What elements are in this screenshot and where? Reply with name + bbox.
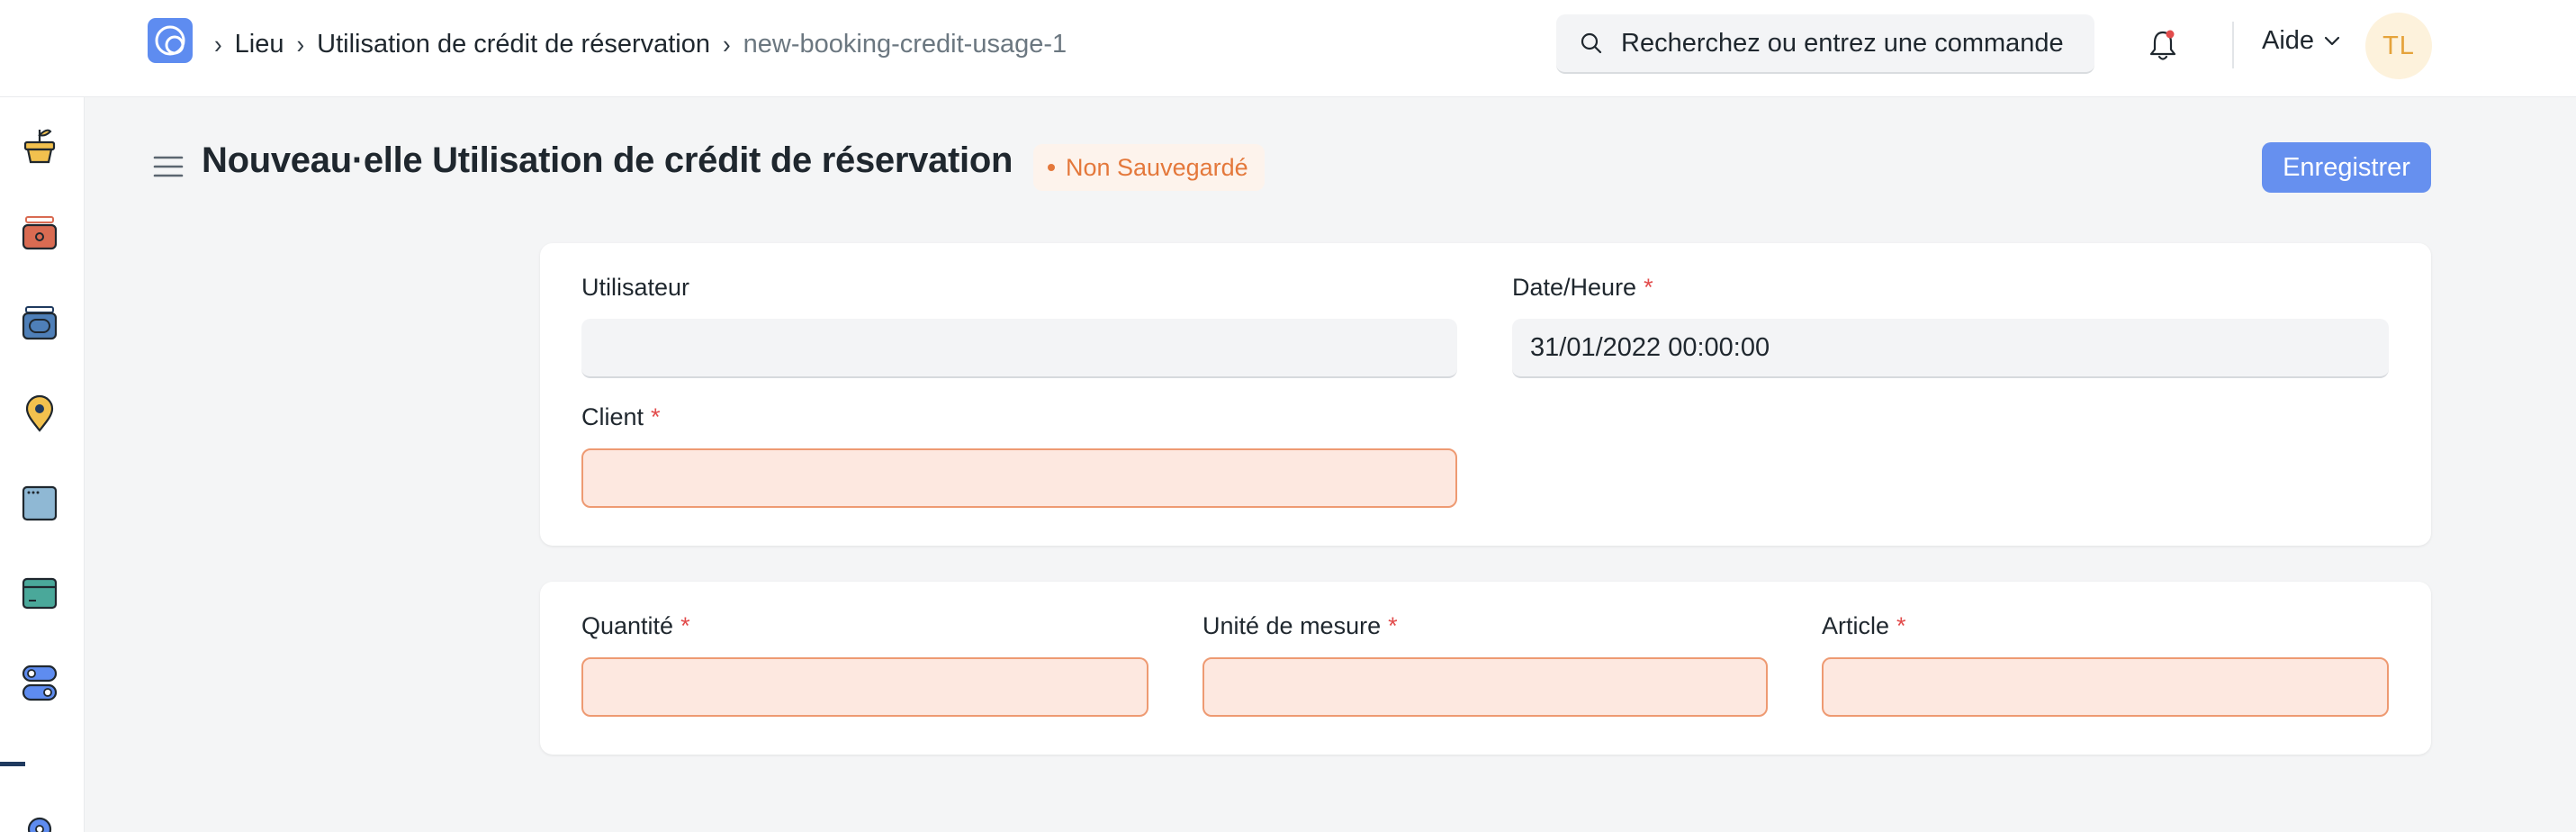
required-marker: * [1896,612,1906,639]
search-input[interactable]: Recherchez ou entrez une commande [1556,14,2094,74]
breadcrumb-item-current: new-booking-credit-usage-1 [743,29,1067,59]
save-button[interactable]: Enregistrer [2262,142,2431,193]
field-label: Date/Heure * [1512,274,1653,301]
notification-bell-icon[interactable] [2148,27,2178,63]
breadcrumb: › Lieu › Utilisation de crédit de réserv… [214,24,1079,64]
sidebar [0,97,85,832]
field-client: Client * [581,402,1457,508]
article-input[interactable] [1822,657,2389,717]
chevron-right-icon: › [214,28,222,59]
breadcrumb-item-booking-credit-usage[interactable]: Utilisation de crédit de réservation [317,30,710,59]
required-marker: * [651,403,661,430]
browser-window-icon[interactable] [19,483,60,524]
chevron-right-icon: › [723,28,731,59]
status-dot [1048,164,1055,171]
form-section-details: Utilisateur Date/Heure * 31/01/2022 00:00… [540,243,2431,546]
required-marker: * [1644,274,1653,301]
card-icon[interactable] [19,573,60,614]
sidebar-active-marker [0,762,25,766]
avatar[interactable]: TL [2365,13,2432,79]
wallet-icon[interactable] [19,303,60,344]
help-label: Aide [2262,26,2315,55]
required-marker: * [680,612,690,639]
field-quantite: Quantité * [581,610,1148,717]
menu-toggle-icon[interactable] [153,155,184,178]
navbar: › Lieu › Utilisation de crédit de réserv… [0,0,2576,97]
map-pin-icon[interactable] [19,393,60,434]
plant-pot-icon[interactable] [19,124,60,166]
field-label: Quantité * [581,612,690,639]
search-placeholder: Recherchez ou entrez une commande [1621,28,2064,58]
unite-mesure-input[interactable] [1202,657,1768,717]
field-label: Unité de mesure * [1202,612,1398,639]
chevron-right-icon: › [296,28,305,59]
app-logo[interactable] [148,18,193,63]
field-utilisateur: Utilisateur [581,272,1457,378]
field-label: Client * [581,403,661,430]
quantite-input[interactable] [581,657,1148,717]
form-section-quantity: Quantité * Unité de mesure * Article * [540,582,2431,755]
utilisateur-input[interactable] [581,319,1457,378]
chevron-down-icon [2324,36,2340,45]
status-badge: Non Sauvegardé [1033,144,1265,191]
help-dropdown[interactable]: Aide [2262,26,2341,56]
field-label: Article * [1822,612,1906,639]
search-icon [1581,32,1602,54]
breadcrumb-item-lieu[interactable]: Lieu [235,30,284,59]
logo-icon [155,25,185,56]
field-article: Article * [1822,610,2389,717]
navbar-divider [2232,22,2234,68]
required-marker: * [1388,612,1398,639]
field-unite-mesure: Unité de mesure * [1202,610,1768,717]
camera-icon[interactable] [19,213,60,254]
client-input[interactable] [581,448,1457,508]
field-date-heure: Date/Heure * 31/01/2022 00:00:00 [1512,272,2389,378]
field-label: Utilisateur [581,274,690,301]
page-title: Nouveau·elle Utilisation de crédit de ré… [202,140,1013,180]
status-text: Non Sauvegardé [1066,153,1248,181]
date-heure-input[interactable]: 31/01/2022 00:00:00 [1512,319,2389,378]
gear-icon[interactable] [19,809,60,832]
toggle-icon[interactable] [19,663,60,704]
